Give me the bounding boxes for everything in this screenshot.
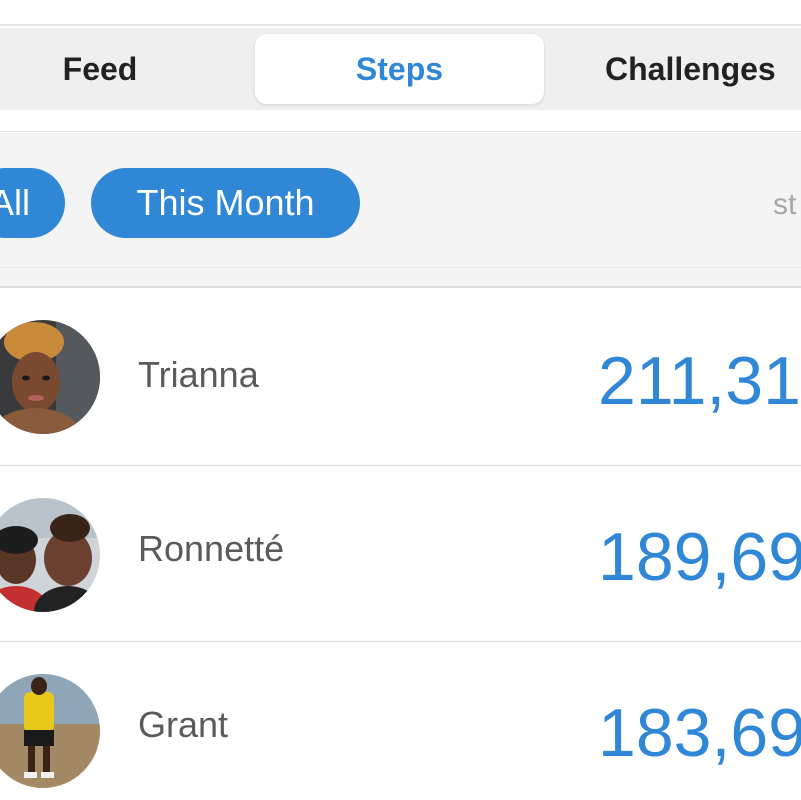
avatar[interactable] xyxy=(0,674,100,788)
tab-feed[interactable]: Feed xyxy=(30,34,170,104)
avatar-trianna-image xyxy=(0,320,100,434)
avatar[interactable] xyxy=(0,320,100,434)
tab-steps[interactable]: Steps xyxy=(255,34,544,104)
avatar-grant-image xyxy=(0,674,100,788)
step-count: 189,69 xyxy=(598,519,801,595)
divider xyxy=(0,110,801,132)
avatar[interactable] xyxy=(0,498,100,612)
tab-challenges[interactable]: Challenges xyxy=(605,34,801,104)
leaderboard-row[interactable]: Grant 183,69 xyxy=(0,642,801,800)
top-strip xyxy=(0,0,801,26)
filter-bar: All This Month st xyxy=(0,133,801,288)
segmented-control: Feed Steps Challenges xyxy=(0,28,801,110)
units-label: st xyxy=(773,188,797,221)
leaderboard-row[interactable]: Ronnetté 189,69 xyxy=(0,466,801,642)
avatar-ronnette-image xyxy=(0,498,100,612)
step-count: 183,69 xyxy=(598,695,801,771)
filter-this-month-button[interactable]: This Month xyxy=(91,168,360,238)
user-name: Grant xyxy=(138,704,229,745)
user-name: Ronnetté xyxy=(138,528,285,569)
divider xyxy=(0,267,801,268)
filter-all-button[interactable]: All xyxy=(0,168,65,238)
leaderboard-row[interactable]: Trianna 211,31 xyxy=(0,290,801,466)
step-count: 211,31 xyxy=(598,343,801,419)
user-name: Trianna xyxy=(138,354,259,395)
